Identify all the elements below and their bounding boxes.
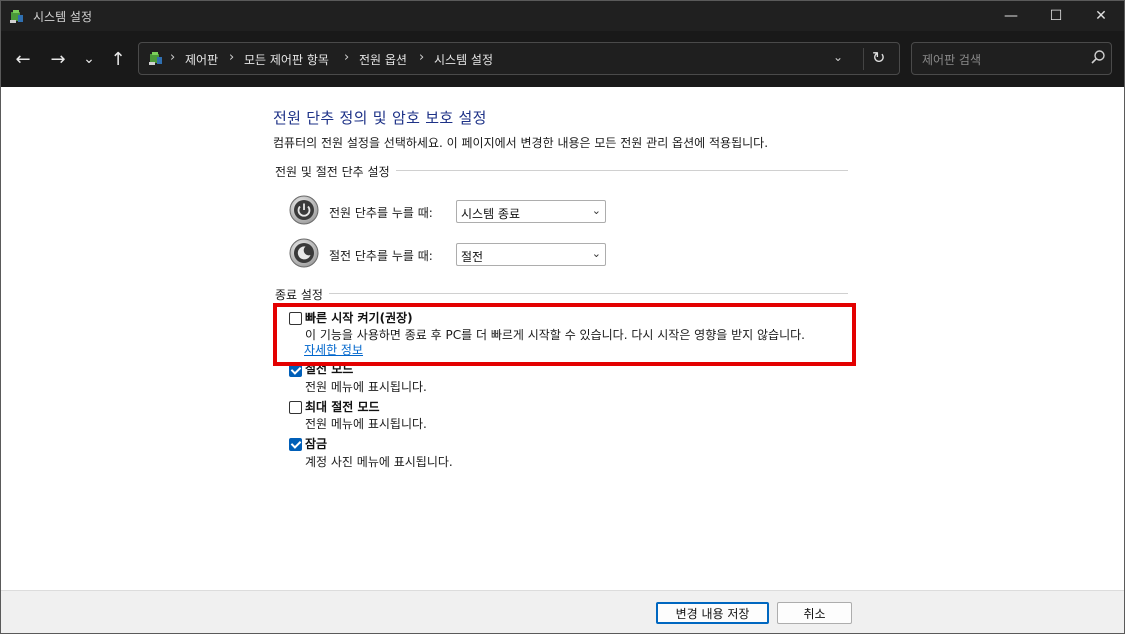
- main-content: 전원 단추 정의 및 암호 보호 설정 컴퓨터의 전원 설정을 선택하세요. 이…: [1, 87, 1124, 590]
- chevron-down-icon: ⌄: [591, 204, 601, 217]
- close-button[interactable]: ✕: [1078, 1, 1124, 31]
- search-placeholder: 제어판 검색: [922, 53, 982, 67]
- sleep-button-action-value: 절전: [461, 250, 484, 264]
- lock-title: 잠금: [305, 437, 328, 451]
- forward-button[interactable]: →: [45, 46, 71, 72]
- page-title: 전원 단추 정의 및 암호 보호 설정: [273, 109, 487, 127]
- recent-locations-button[interactable]: ⌄: [76, 46, 102, 72]
- sleep-button-label: 절전 단추를 누를 때:: [329, 249, 433, 263]
- footer-bar: 변경 내용 저장 취소: [1, 590, 1124, 633]
- breadcrumb-separator: ›: [170, 50, 176, 65]
- window-title: 시스템 설정: [33, 10, 93, 24]
- shutdown-section-label: 종료 설정: [275, 286, 329, 303]
- back-button[interactable]: ←: [10, 46, 36, 72]
- navigation-bar: ← → ⌄ ↑ › 제어판 › 모든 제어판 항목 › 전원 옵션 › 시스템 …: [1, 31, 1124, 87]
- page-description: 컴퓨터의 전원 설정을 선택하세요. 이 페이지에서 변경한 내용은 모든 전원…: [273, 136, 769, 150]
- power-section-label: 전원 및 절전 단추 설정: [275, 163, 396, 180]
- up-button[interactable]: ↑: [105, 46, 131, 72]
- address-bar[interactable]: › 제어판 › 모든 제어판 항목 › 전원 옵션 › 시스템 설정 ⌄ ↻: [138, 42, 900, 75]
- system-settings-window: 시스템 설정 — ☐ ✕ ← → ⌄ ↑ › 제어판 › 모든 제어판 항목 ›…: [0, 0, 1125, 634]
- highlight-annotation-box: [273, 303, 856, 366]
- sleep-button-action-select[interactable]: 절전 ⌄: [456, 243, 606, 266]
- maximize-button[interactable]: ☐: [1033, 1, 1079, 31]
- breadcrumb-separator: ›: [344, 50, 350, 65]
- breadcrumb-separator: ›: [229, 50, 235, 65]
- sleep-mode-description: 전원 메뉴에 표시됩니다.: [305, 380, 427, 394]
- address-divider: [863, 48, 864, 70]
- search-box[interactable]: 제어판 검색: [911, 42, 1112, 75]
- power-button-action-value: 시스템 종료: [461, 207, 521, 221]
- title-bar: 시스템 설정 — ☐ ✕: [1, 1, 1124, 31]
- breadcrumb-all-items[interactable]: 모든 제어판 항목: [244, 51, 329, 68]
- control-panel-icon: [10, 10, 23, 23]
- lock-description: 계정 사진 메뉴에 표시됩니다.: [305, 455, 453, 469]
- hibernate-checkbox[interactable]: [289, 401, 302, 414]
- breadcrumb-power-options[interactable]: 전원 옵션: [359, 51, 407, 68]
- control-panel-icon: [149, 52, 162, 65]
- chevron-down-icon: ⌄: [591, 247, 601, 260]
- minimize-button[interactable]: —: [988, 1, 1034, 31]
- section-divider: [275, 293, 848, 294]
- save-changes-button[interactable]: 변경 내용 저장: [656, 602, 769, 624]
- power-button-icon: [289, 195, 319, 225]
- power-button-label: 전원 단추를 누를 때:: [329, 206, 433, 220]
- sleep-button-icon: [289, 238, 319, 268]
- address-dropdown-icon[interactable]: ⌄: [833, 50, 843, 64]
- cancel-button[interactable]: 취소: [777, 602, 852, 624]
- breadcrumb-separator: ›: [419, 50, 425, 65]
- hibernate-title: 최대 절전 모드: [305, 400, 380, 414]
- search-icon: [1091, 50, 1105, 64]
- breadcrumb-control-panel[interactable]: 제어판: [185, 51, 218, 68]
- hibernate-description: 전원 메뉴에 표시됩니다.: [305, 417, 427, 431]
- lock-checkbox[interactable]: [289, 438, 302, 451]
- power-button-action-select[interactable]: 시스템 종료 ⌄: [456, 200, 606, 223]
- breadcrumb-system-settings[interactable]: 시스템 설정: [434, 51, 493, 68]
- refresh-icon[interactable]: ↻: [872, 48, 885, 67]
